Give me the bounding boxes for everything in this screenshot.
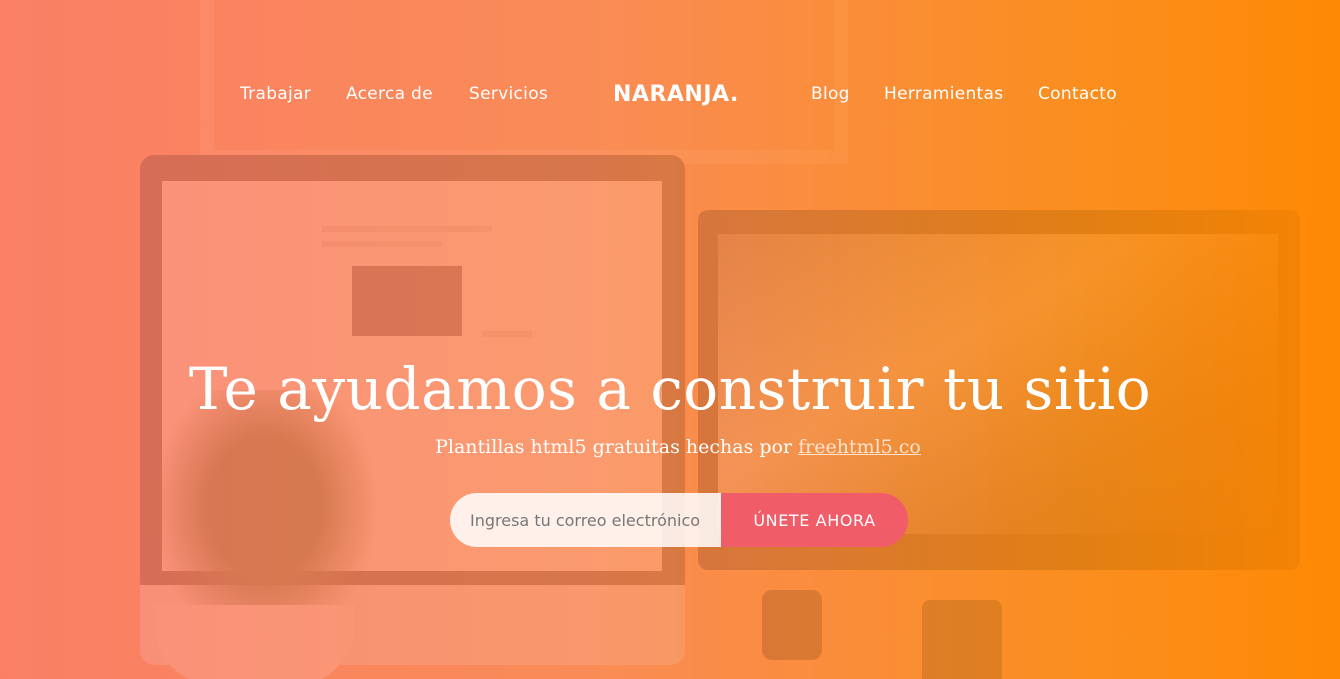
nav-link-servicios[interactable]: Servicios bbox=[469, 84, 548, 104]
nav-link-contacto[interactable]: Contacto bbox=[1038, 84, 1117, 104]
nav-link-blog[interactable]: Blog bbox=[811, 84, 850, 104]
subtitle-text: Plantillas html5 gratuitas hechas por bbox=[435, 436, 793, 458]
hero-headline: Te ayudamos a construir tu sitio bbox=[188, 355, 1152, 423]
brand-logo[interactable]: NARANJA. bbox=[613, 82, 739, 107]
nav-link-herramientas[interactable]: Herramientas bbox=[884, 84, 1003, 104]
nav-link-trabajar[interactable]: Trabajar bbox=[240, 84, 311, 104]
nav-link-acerca-de[interactable]: Acerca de bbox=[346, 84, 433, 104]
subtitle-link[interactable]: freehtml5.co bbox=[798, 436, 921, 458]
join-button[interactable]: ÚNETE AHORA bbox=[721, 493, 908, 547]
main-nav: Trabajar Acerca de Servicios NARANJA. Bl… bbox=[0, 0, 1340, 190]
email-input[interactable] bbox=[450, 493, 721, 547]
signup-form: ÚNETE AHORA bbox=[450, 493, 908, 547]
hero-subtitle: Plantillas html5 gratuitas hechas por fr… bbox=[0, 436, 1340, 458]
